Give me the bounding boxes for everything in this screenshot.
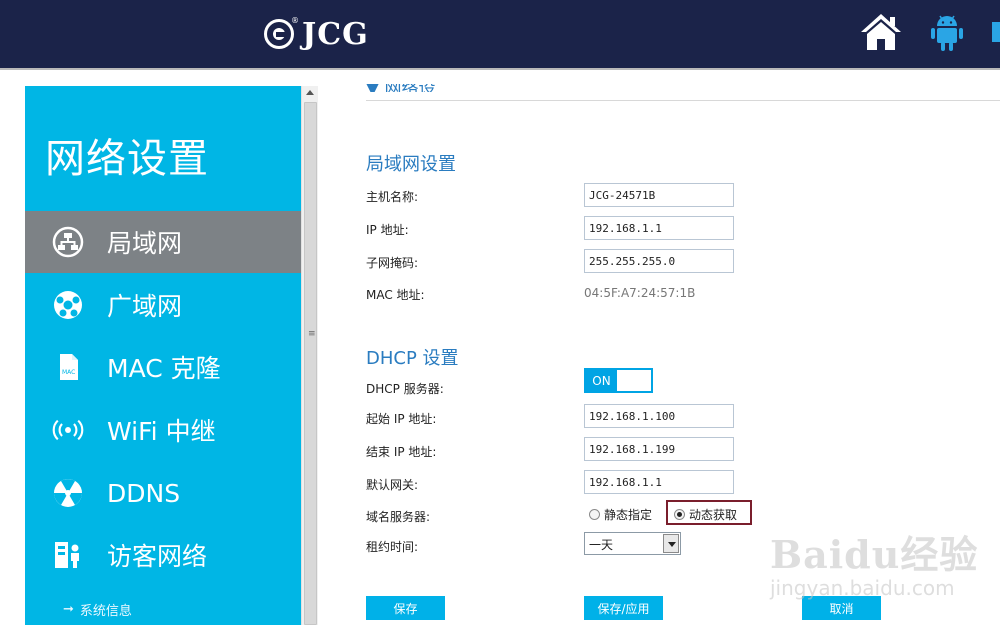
dhcp-section-title: DHCP 设置 xyxy=(366,348,459,369)
dropdown-arrow-icon[interactable] xyxy=(663,534,679,553)
end-ip-label: 结束 IP 地址: xyxy=(366,445,437,459)
sidebar-item-label: 访客网络 xyxy=(107,542,208,571)
dns-static-label: 静态指定 xyxy=(604,508,653,522)
mac-clone-icon: MAC xyxy=(51,350,85,384)
lan-icon xyxy=(51,225,85,259)
lease-time-select[interactable]: 一天 xyxy=(584,532,681,555)
partial-page-heading: ▼ 网络设置 xyxy=(366,84,446,92)
mac-address-value: 04:5F:A7:24:57:1B xyxy=(584,286,696,300)
arrow-right-icon: ➞ xyxy=(63,602,74,617)
start-ip-input[interactable]: 192.168.1.100 xyxy=(584,404,734,428)
default-gateway-input[interactable]: 192.168.1.1 xyxy=(584,470,734,494)
brand-mark-icon: ® xyxy=(264,16,299,49)
wan-globe-icon xyxy=(51,288,85,322)
end-ip-input[interactable]: 192.168.1.199 xyxy=(584,437,734,461)
ip-address-input[interactable]: 192.168.1.1 xyxy=(584,216,734,240)
lease-time-value: 一天 xyxy=(589,538,614,552)
guest-network-icon xyxy=(51,538,85,572)
dns-dynamic-radio[interactable]: 动态获取 xyxy=(674,506,737,523)
radio-unchecked-icon xyxy=(589,509,600,520)
sys-info-label: 系统信息 xyxy=(79,604,132,619)
default-gateway-label: 默认网关: xyxy=(366,478,419,492)
scroll-up-arrow-icon[interactable] xyxy=(306,90,314,95)
ddns-icon xyxy=(51,476,85,510)
android-icon[interactable] xyxy=(930,14,964,52)
svg-text:MAC: MAC xyxy=(62,369,75,376)
sidebar-item-label: MAC 克隆 xyxy=(107,354,221,383)
sidebar-link-system-info[interactable]: ➞ 系统信息 xyxy=(63,600,132,619)
lease-time-label: 租约时间: xyxy=(366,540,419,554)
partial-edge-icon xyxy=(992,22,1000,42)
sidebar-item-label: 广域网 xyxy=(107,292,183,321)
top-bar: ® JCG xyxy=(0,0,1000,68)
registered-mark: ® xyxy=(291,16,299,25)
sidebar-title: 网络设置 xyxy=(45,136,209,182)
scroll-grip-icon: ≡ xyxy=(308,329,316,339)
sidebar-item-label: WiFi 中继 xyxy=(107,417,216,446)
sidebar-item-ddns[interactable]: DDNS xyxy=(25,462,301,524)
sidebar-item-lan[interactable]: 局域网 xyxy=(25,211,301,273)
toggle-state-label: ON xyxy=(586,370,617,391)
dns-static-radio[interactable]: 静态指定 xyxy=(589,506,652,523)
brand-logo: ® JCG xyxy=(264,14,369,54)
sidebar-item-label: DDNS xyxy=(107,478,181,508)
brand-name: JCG xyxy=(302,16,369,52)
subnet-mask-input[interactable]: 255.255.255.0 xyxy=(584,249,734,273)
sidebar-item-wifi-relay[interactable]: WiFi 中继 xyxy=(25,399,301,461)
sidebar-item-guest-network[interactable]: 访客网络 xyxy=(25,524,301,586)
dhcp-server-label: DHCP 服务器: xyxy=(366,382,444,396)
sidebar: 网络设置 局域网 广域网 MAC MAC 克隆 WiFi 中继 DDNS 访客网… xyxy=(25,86,301,625)
watermark-url: jingyan.baidu.com xyxy=(770,576,955,600)
baidu-watermark: Baidu经验 jingyan.baidu.com xyxy=(760,512,1000,612)
content-divider xyxy=(366,100,1000,101)
ip-address-label: IP 地址: xyxy=(366,223,409,237)
scroll-thumb[interactable]: ≡ xyxy=(304,102,317,625)
sidebar-item-wan[interactable]: 广域网 xyxy=(25,274,301,336)
mac-address-label: MAC 地址: xyxy=(366,288,425,302)
vertical-scrollbar[interactable]: ≡ xyxy=(301,86,318,625)
radio-checked-icon xyxy=(674,509,685,520)
sidebar-item-mac-clone[interactable]: MAC MAC 克隆 xyxy=(25,336,301,398)
dns-dynamic-label: 动态获取 xyxy=(689,508,738,522)
wifi-relay-icon xyxy=(51,413,85,447)
sidebar-item-label: 局域网 xyxy=(107,229,183,258)
save-apply-button[interactable]: 保存/应用 xyxy=(584,596,663,620)
watermark-logo: Baidu经验 xyxy=(770,532,979,577)
dhcp-server-toggle[interactable]: ON xyxy=(584,368,653,393)
dns-server-label: 域名服务器: xyxy=(366,510,431,524)
start-ip-label: 起始 IP 地址: xyxy=(366,412,437,426)
lan-section-title: 局域网设置 xyxy=(366,154,456,175)
hostname-input[interactable]: JCG-24571B xyxy=(584,183,734,207)
home-icon[interactable] xyxy=(860,12,902,52)
subnet-mask-label: 子网掩码: xyxy=(366,256,419,270)
hostname-label: 主机名称: xyxy=(366,190,419,204)
save-button[interactable]: 保存 xyxy=(366,596,445,620)
